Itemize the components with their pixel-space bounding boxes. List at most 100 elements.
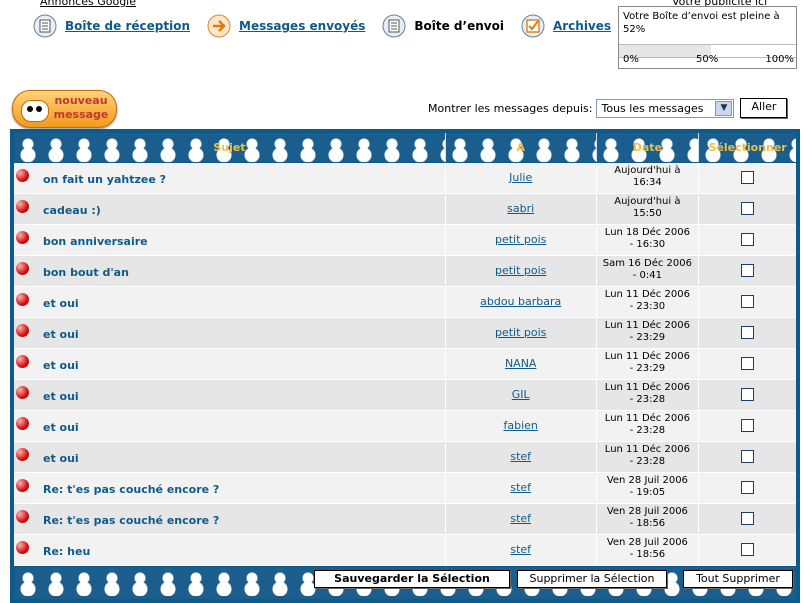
recipient-cell: sabri <box>445 194 597 224</box>
subject-link[interactable]: et oui <box>43 359 79 372</box>
recipient-link[interactable]: NANA <box>446 357 596 370</box>
table-row: Re: t'es pas couché encore ? stef Ven 28 J… <box>14 504 796 535</box>
select-cell <box>699 287 796 317</box>
recipient-link[interactable]: stef <box>446 512 596 525</box>
subject-link[interactable]: Re: t'es pas couché encore ? <box>43 514 219 527</box>
period-select[interactable]: Tous les messages ▼ <box>596 98 735 118</box>
recipient-cell: fabien <box>445 411 597 441</box>
date-line1: Lun 11 Déc 2006 <box>604 289 690 300</box>
recipient-link[interactable]: stef <box>446 450 596 463</box>
subject-link[interactable]: et oui <box>43 328 79 341</box>
select-cell <box>699 504 796 534</box>
date-text: Sam 16 Déc 2006- 0:41 <box>597 258 699 282</box>
recipient-link[interactable]: GIL <box>446 388 596 401</box>
arrow-right-icon <box>207 14 231 38</box>
subject-link[interactable]: cadeau :) <box>43 204 101 217</box>
select-cell <box>699 473 796 503</box>
recipient-cell: stef <box>445 442 597 472</box>
select-checkbox[interactable] <box>741 450 755 463</box>
recipient-link[interactable]: petit pois <box>446 233 596 246</box>
nav-outbox-label: Boîte d’envoi <box>414 19 504 33</box>
new-message-button[interactable]: nouveau message <box>12 90 117 128</box>
select-checkbox[interactable] <box>741 295 755 308</box>
nav-inbox[interactable]: Boîte de réception <box>33 14 190 38</box>
date-line1: Lun 11 Déc 2006 <box>604 382 690 393</box>
recipient-link[interactable]: abdou barbara <box>446 295 596 308</box>
select-cell <box>699 225 796 255</box>
nav-archives[interactable]: Archives <box>521 14 611 38</box>
select-checkbox[interactable] <box>741 512 755 525</box>
message-filter: Montrer les messages depuis: Tous les me… <box>428 98 788 118</box>
date-line2: - 23:29 <box>629 332 666 343</box>
nav-archives-label[interactable]: Archives <box>553 19 611 33</box>
delete-all-button[interactable]: Tout Supprimer <box>683 570 793 588</box>
table-row: et oui petit pois Lun 11 Déc 2006- 23:29 <box>14 318 796 349</box>
subject-link[interactable]: et oui <box>43 297 79 310</box>
select-checkbox[interactable] <box>741 388 755 401</box>
subject-cell: bon bout d'an <box>14 256 446 286</box>
date-cell: Lun 11 Déc 2006- 23:29 <box>596 318 700 348</box>
subject-link[interactable]: et oui <box>43 421 79 434</box>
nav-inbox-label[interactable]: Boîte de réception <box>65 19 190 33</box>
recipient-link[interactable]: fabien <box>446 419 596 432</box>
chevron-down-icon[interactable]: ▼ <box>715 100 733 116</box>
recipient-cell: abdou barbara <box>445 287 597 317</box>
header-subject[interactable]: Sujet <box>14 133 446 162</box>
select-checkbox[interactable] <box>741 357 755 370</box>
go-button[interactable]: Aller <box>740 98 788 118</box>
recipient-link[interactable]: Julie <box>446 171 596 184</box>
quota-box: Votre Boîte d’envoi est pleine à 52% 0% … <box>618 6 797 69</box>
table-row: cadeau :) sabri Aujourd'hui à 15:50 <box>14 194 796 225</box>
nav-outbox: Boîte d’envoi <box>382 14 504 38</box>
quota-scale: 0% 50% 100% <box>619 54 796 68</box>
subject-link[interactable]: bon anniversaire <box>43 235 148 248</box>
date-cell: Lun 11 Déc 2006- 23:30 <box>596 287 700 317</box>
date-cell: Sam 16 Déc 2006- 0:41 <box>596 256 700 286</box>
save-selection-button[interactable]: Sauvegarder la Sélection <box>314 570 510 588</box>
subject-link[interactable]: et oui <box>43 390 79 403</box>
subject-link[interactable]: Re: t'es pas couché encore ? <box>43 483 219 496</box>
nav-sent[interactable]: Messages envoyés <box>207 14 365 38</box>
select-checkbox[interactable] <box>741 171 755 184</box>
date-line1: Aujourd'hui à <box>614 196 681 207</box>
recipient-link[interactable]: petit pois <box>446 264 596 277</box>
unread-dot-icon <box>16 293 29 306</box>
subject-link[interactable]: et oui <box>43 452 79 465</box>
subject-link[interactable]: on fait un yahtzee ? <box>43 173 166 186</box>
ads-link[interactable]: Annonces Google <box>40 0 136 8</box>
delete-selection-button[interactable]: Supprimer la Sélection <box>517 570 667 588</box>
recipient-link[interactable]: stef <box>446 481 596 494</box>
subject-cell: et oui <box>14 380 446 410</box>
table-row: et oui fabien Lun 11 Déc 2006- 23:28 <box>14 411 796 442</box>
subject-link[interactable]: bon bout d'an <box>43 266 129 279</box>
date-text: Lun 11 Déc 2006- 23:28 <box>597 413 699 437</box>
recipient-cell: petit pois <box>445 225 597 255</box>
recipient-cell: GIL <box>445 380 597 410</box>
select-checkbox[interactable] <box>741 419 755 432</box>
unread-dot-icon <box>16 262 29 275</box>
recipient-link[interactable]: sabri <box>446 202 596 215</box>
select-checkbox[interactable] <box>741 481 755 494</box>
select-checkbox[interactable] <box>741 202 755 215</box>
header-select: Sélectionner <box>699 133 796 162</box>
recipient-link[interactable]: petit pois <box>446 326 596 339</box>
date-line2: - 16:30 <box>629 239 666 250</box>
select-checkbox[interactable] <box>741 326 755 339</box>
unread-dot-icon <box>16 386 29 399</box>
nav-sent-label[interactable]: Messages envoyés <box>239 19 365 33</box>
date-text: Lun 11 Déc 2006- 23:28 <box>597 444 699 468</box>
table-row: bon bout d'an petit pois Sam 16 Déc 2006- … <box>14 256 796 287</box>
date-line2: - 23:28 <box>629 456 666 467</box>
recipient-link[interactable]: stef <box>446 543 596 556</box>
subject-cell: et oui <box>14 349 446 379</box>
header-to[interactable]: A <box>445 133 597 162</box>
select-checkbox[interactable] <box>741 233 755 246</box>
date-text: Lun 18 Déc 2006- 16:30 <box>597 227 699 251</box>
header-date[interactable]: Date <box>596 133 700 162</box>
select-checkbox[interactable] <box>741 543 755 556</box>
subject-link[interactable]: Re: heu <box>43 545 90 558</box>
quota-label-50: 50% <box>696 54 719 65</box>
subject-cell: Re: heu <box>14 535 446 565</box>
date-line1: Ven 28 Juil 2006 <box>606 506 688 517</box>
select-checkbox[interactable] <box>741 264 755 277</box>
